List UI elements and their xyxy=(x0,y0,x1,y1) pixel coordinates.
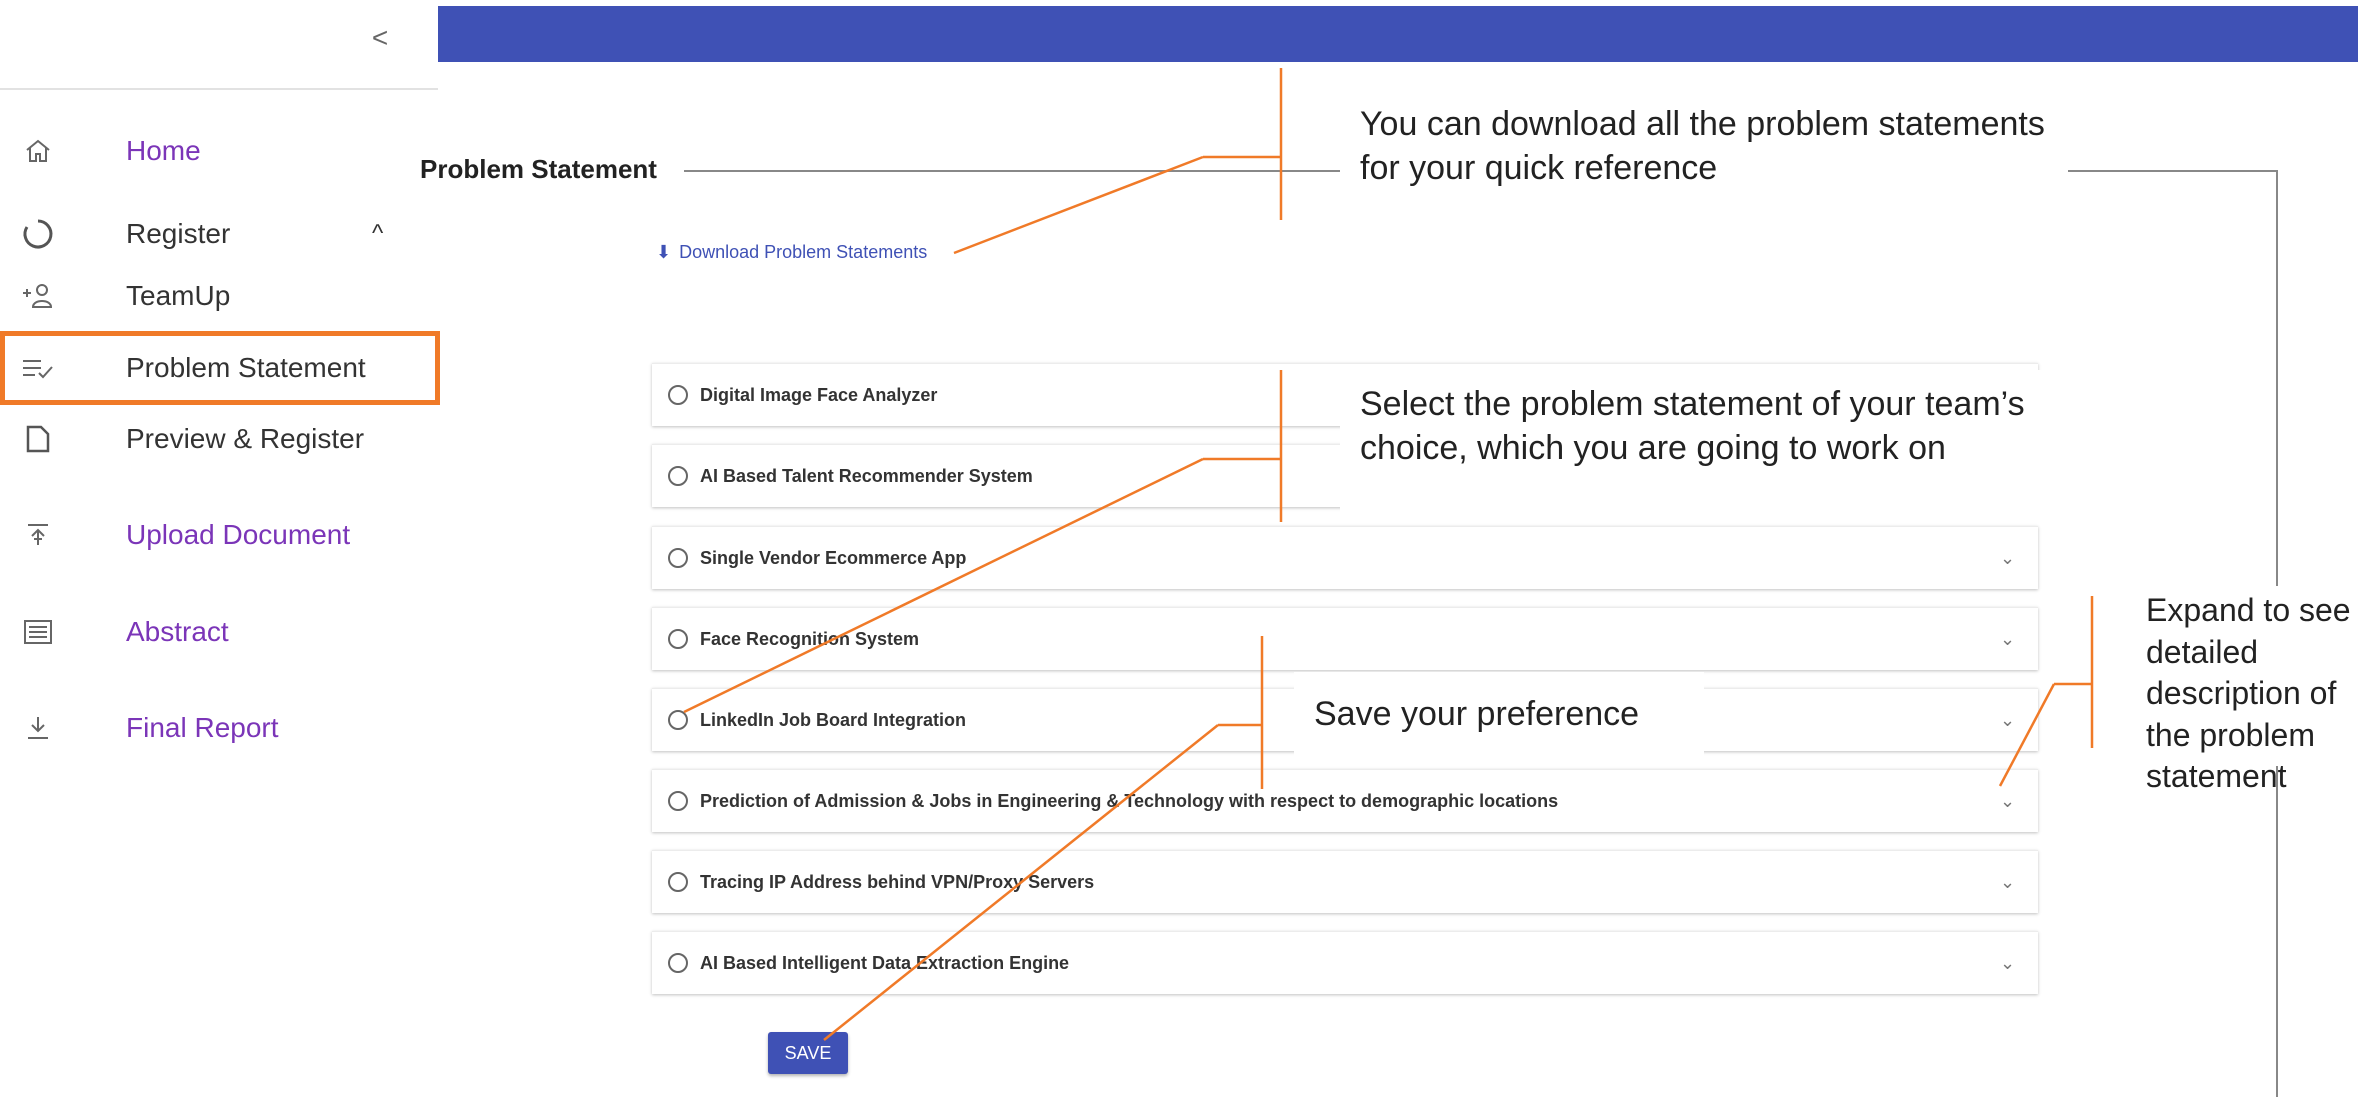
page-title: Problem Statement xyxy=(420,154,657,184)
radio-button[interactable] xyxy=(668,385,688,405)
problem-statement-item[interactable]: Prediction of Admission & Jobs in Engine… xyxy=(652,769,2038,832)
problem-statement-label: Digital Image Face Analyzer xyxy=(700,384,938,405)
list-icon xyxy=(18,612,58,652)
problem-statement-item[interactable]: Face Recognition System ⌄ xyxy=(652,607,2038,670)
sidebar-item-register[interactable]: Register ^ xyxy=(0,206,438,262)
radio-button[interactable] xyxy=(668,548,688,568)
download-icon: ⬇ xyxy=(656,242,672,262)
problem-statement-label: AI Based Intelligent Data Extraction Eng… xyxy=(700,952,1070,973)
chevron-up-icon[interactable]: ^ xyxy=(372,220,383,248)
sidebar-item-label: Register xyxy=(126,218,231,249)
radio-button[interactable] xyxy=(668,953,688,973)
callout-save: Save your preference xyxy=(1294,672,1704,760)
radio-button[interactable] xyxy=(668,466,688,486)
problem-statement-item[interactable]: Single Vendor Ecommerce App ⌄ xyxy=(652,526,2038,589)
circle-icon xyxy=(18,214,58,254)
callout-expand: Expand to see detailed description of th… xyxy=(2144,586,2374,794)
expand-chevron-icon[interactable]: ⌄ xyxy=(2000,629,2015,650)
list-check-icon xyxy=(18,348,58,388)
sidebar-item-abstract[interactable]: Abstract xyxy=(0,604,438,660)
sidebar-item-label: Home xyxy=(126,135,201,166)
radio-button[interactable] xyxy=(668,710,688,730)
callout-download: You can download all the problem stateme… xyxy=(1340,68,2068,220)
fieldset-border xyxy=(684,170,1340,172)
save-button[interactable]: SAVE xyxy=(768,1032,848,1074)
problem-statement-label: LinkedIn Job Board Integration xyxy=(700,709,967,730)
problem-statement-label: Single Vendor Ecommerce App xyxy=(700,547,967,568)
sidebar-item-label: Final Report xyxy=(126,712,279,743)
sidebar-item-label: Preview & Register xyxy=(126,423,365,454)
download-icon xyxy=(18,708,58,748)
sidebar-item-home[interactable]: Home xyxy=(0,123,438,179)
radio-button[interactable] xyxy=(668,791,688,811)
expand-chevron-icon[interactable]: ⌄ xyxy=(2000,548,2015,569)
callout-select: Select the problem statement of your tea… xyxy=(1340,370,2068,522)
home-icon xyxy=(18,131,58,171)
sidebar-item-upload-document[interactable]: Upload Document xyxy=(0,507,438,563)
sidebar-item-label: Problem Statement xyxy=(126,352,366,383)
radio-button[interactable] xyxy=(668,629,688,649)
fieldset-border xyxy=(2068,170,2278,172)
download-problem-statements-link[interactable]: ⬇ Download Problem Statements xyxy=(656,242,927,263)
problem-statement-item[interactable]: AI Based Intelligent Data Extraction Eng… xyxy=(652,931,2038,994)
expand-chevron-icon[interactable]: ⌄ xyxy=(2000,791,2015,812)
document-icon xyxy=(18,419,58,459)
download-link-label: Download Problem Statements xyxy=(679,242,928,262)
sidebar-item-label: TeamUp xyxy=(126,280,231,311)
top-app-bar xyxy=(438,6,2358,62)
expand-chevron-icon[interactable]: ⌄ xyxy=(2000,710,2015,731)
problem-statement-label: Face Recognition System xyxy=(700,628,920,649)
sidebar-item-preview-register[interactable]: Preview & Register xyxy=(0,411,438,467)
sidebar-item-label: Upload Document xyxy=(126,519,351,550)
sidebar-item-final-report[interactable]: Final Report xyxy=(0,700,438,756)
sidebar-item-label: Abstract xyxy=(126,616,229,647)
expand-chevron-icon[interactable]: ⌄ xyxy=(2000,872,2015,893)
radio-button[interactable] xyxy=(668,872,688,892)
problem-statement-label: Tracing IP Address behind VPN/Proxy Serv… xyxy=(700,871,1095,892)
sidebar-item-problem-statement[interactable]: Problem Statement xyxy=(0,331,440,405)
sidebar-divider xyxy=(0,88,438,90)
problem-statement-label: Prediction of Admission & Jobs in Engine… xyxy=(700,790,1559,811)
problem-statement-label: AI Based Talent Recommender System xyxy=(700,465,1033,486)
upload-icon xyxy=(18,515,58,555)
problem-statement-item[interactable]: Tracing IP Address behind VPN/Proxy Serv… xyxy=(652,850,2038,913)
collapse-sidebar-button[interactable]: < xyxy=(362,18,398,58)
sidebar: < Home Register ^ TeamUp Problem Stateme… xyxy=(0,0,440,1097)
sidebar-item-teamup[interactable]: TeamUp xyxy=(0,268,438,324)
expand-chevron-icon[interactable]: ⌄ xyxy=(2000,953,2015,974)
add-person-icon xyxy=(18,276,58,316)
